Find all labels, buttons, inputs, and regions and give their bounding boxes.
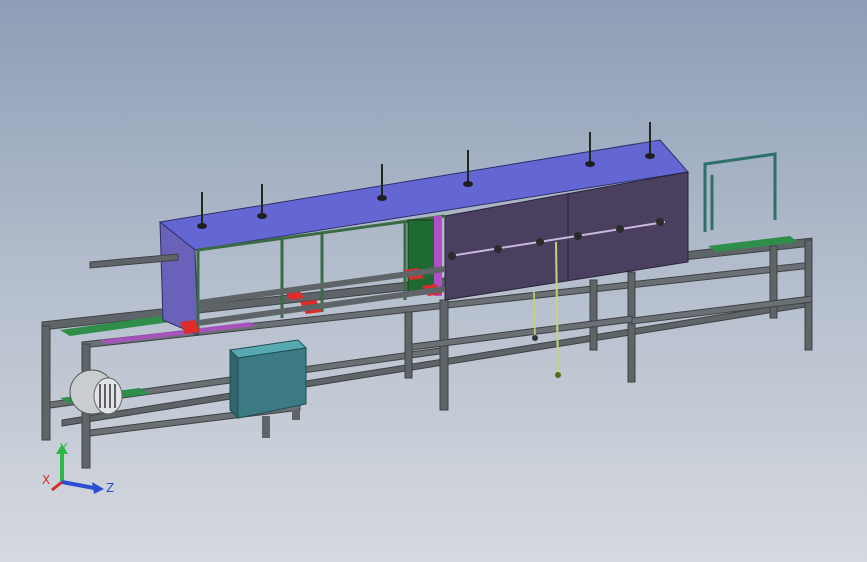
x-axis-label: X [42, 473, 50, 487]
x-axis [51, 480, 63, 492]
control-box [228, 339, 308, 438]
z-axis [61, 480, 95, 490]
y-axis-label: Y [59, 441, 68, 455]
oven-hood [89, 139, 689, 336]
conveyor-oven-model[interactable] [0, 0, 867, 562]
coordinate-triad: Y Z X [42, 441, 114, 495]
drive-motor [69, 369, 123, 415]
exit-frame [703, 152, 777, 232]
z-axis-label: Z [106, 481, 114, 495]
cad-viewport[interactable]: Y Z X [0, 0, 867, 562]
